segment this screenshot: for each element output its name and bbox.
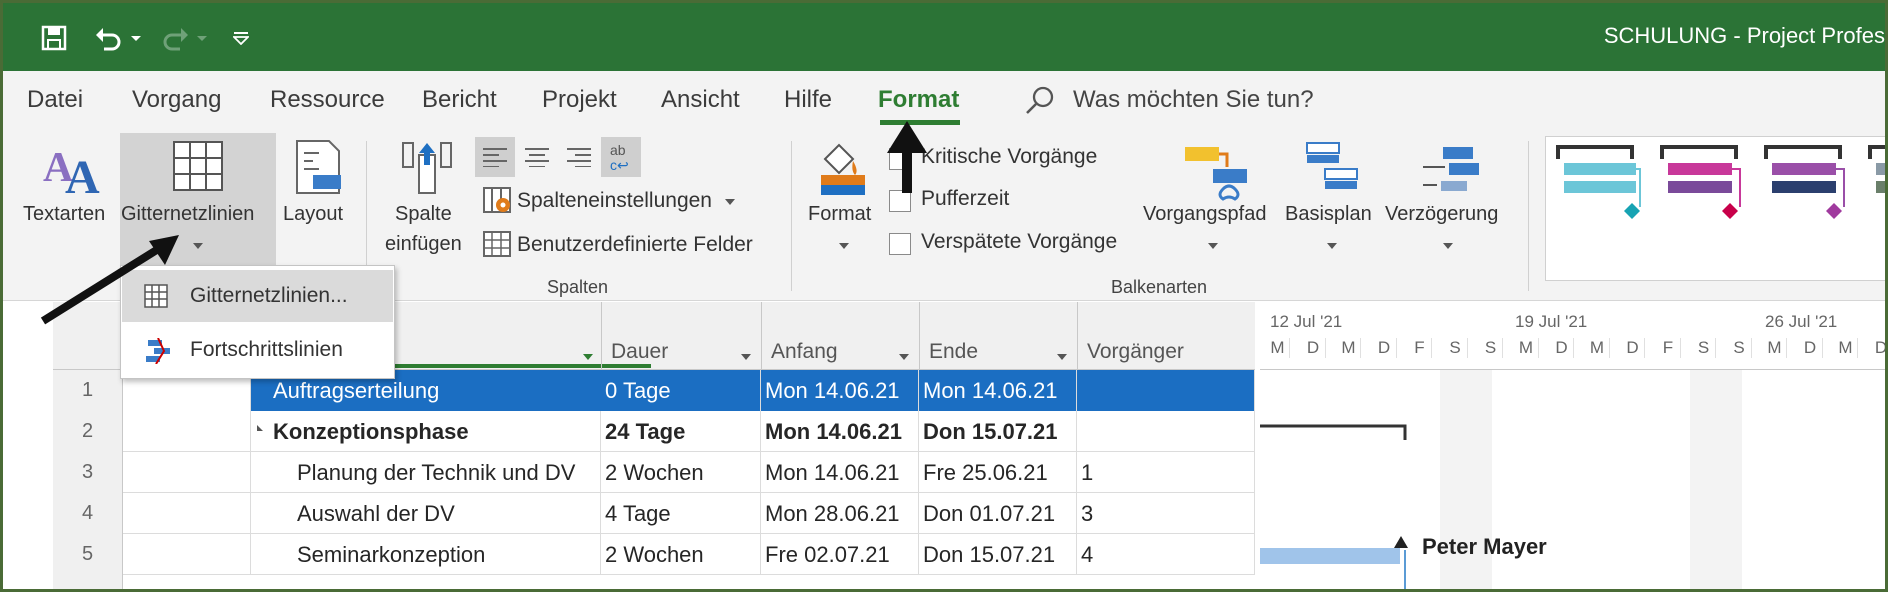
annotation-arrows <box>40 121 927 325</box>
arrow-head-format-icon <box>887 121 927 153</box>
arrow-to-gridlines <box>40 242 166 325</box>
app-window: SCHULUNG - Project Profes Datei Vorgang … <box>0 0 1888 592</box>
